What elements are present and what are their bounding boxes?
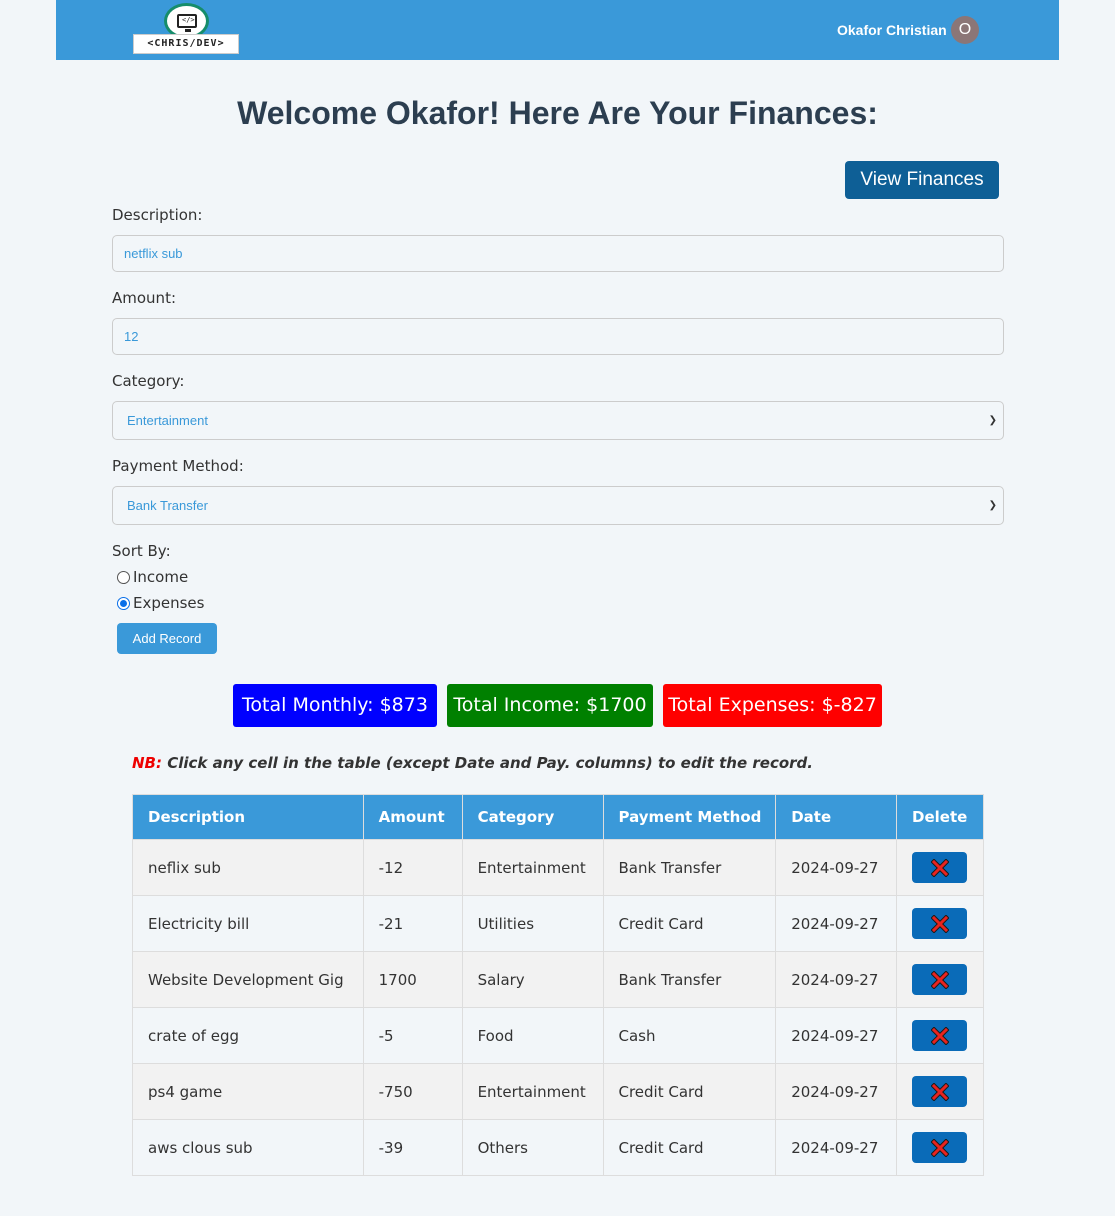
cell-delete [896, 1007, 984, 1064]
income-radio[interactable] [117, 570, 130, 584]
cell-amount[interactable]: -750 [362, 1063, 463, 1120]
amount-label: Amount: [112, 289, 176, 307]
category-selected-value: Entertainment [127, 413, 208, 428]
header-description: Description [132, 794, 364, 840]
cell-amount[interactable]: 1700 [362, 951, 463, 1008]
finances-table: Description Amount Category Payment Meth… [132, 794, 984, 1176]
cell-description[interactable]: neflix sub [132, 839, 364, 896]
delete-button[interactable] [912, 1020, 968, 1051]
expenses-radio-label: Expenses [133, 594, 205, 612]
cell-date: 2024-09-27 [775, 1119, 898, 1176]
header-delete: Delete [896, 794, 984, 840]
table-row: neflix sub -12 Entertainment Bank Transfer 2… [132, 839, 984, 896]
cell-delete [896, 1119, 984, 1176]
user-name[interactable]: Okafor Christian [837, 22, 947, 38]
cell-delete [896, 839, 984, 896]
red-x-icon [930, 1138, 949, 1157]
sort-income-option[interactable]: Income [117, 568, 188, 586]
category-select[interactable]: Entertainment ❯ [112, 401, 1004, 440]
table-row: crate of egg -5 Food Cash 2024-09-27 [132, 1007, 984, 1064]
cell-amount[interactable]: -5 [362, 1007, 463, 1064]
cell-category[interactable]: Utilities [461, 895, 604, 952]
navbar: </> <CHRIS/DEV> Okafor Christian O [56, 0, 1059, 60]
cell-amount[interactable]: -21 [362, 895, 463, 952]
total-monthly-badge: Total Monthly: $873 [233, 684, 437, 727]
total-expenses-badge: Total Expenses: $-827 [663, 684, 882, 727]
cell-description[interactable]: Electricity bill [132, 895, 364, 952]
add-record-button[interactable]: Add Record [117, 623, 217, 654]
note-tag: NB: [132, 754, 162, 772]
cell-amount[interactable]: -12 [362, 839, 463, 896]
cell-delete [896, 895, 984, 952]
cell-delete [896, 951, 984, 1008]
cell-date: 2024-09-27 [775, 1007, 898, 1064]
delete-button[interactable] [912, 1132, 968, 1163]
cell-amount[interactable]: -39 [362, 1119, 463, 1176]
header-category: Category [461, 794, 604, 840]
total-income-badge: Total Income: $1700 [447, 684, 653, 727]
income-radio-label: Income [133, 568, 189, 586]
description-label: Description: [112, 206, 203, 224]
header-payment-method: Payment Method [602, 794, 777, 840]
logo[interactable]: </> <CHRIS/DEV> [133, 3, 239, 54]
cell-category[interactable]: Food [461, 1007, 604, 1064]
cell-category[interactable]: Entertainment [461, 839, 604, 896]
delete-button[interactable] [912, 964, 968, 995]
note-text: Click any cell in the table (except Date… [167, 754, 813, 772]
cell-payment-method: Credit Card [602, 1063, 777, 1120]
red-x-icon [930, 1026, 949, 1045]
table-row: aws clous sub -39 Others Credit Card 2024-09… [132, 1119, 984, 1176]
edit-note: NB: Click any cell in the table (except … [132, 754, 813, 772]
red-x-icon [930, 1082, 949, 1101]
sort-expenses-option[interactable]: Expenses [117, 594, 204, 612]
sort-by-label: Sort By: [112, 542, 171, 560]
table-row: ps4 game -750 Entertainment Credit Card 2024… [132, 1063, 984, 1120]
expenses-radio[interactable] [117, 596, 130, 610]
table-row: Website Development Gig 1700 Salary Bank Tr… [132, 951, 984, 1008]
avatar[interactable]: O [951, 16, 979, 44]
cell-date: 2024-09-27 [775, 895, 898, 952]
cell-category[interactable]: Others [461, 1119, 604, 1176]
header-amount: Amount [362, 794, 463, 840]
logo-text: <CHRIS/DEV> [133, 34, 239, 54]
payment-method-selected-value: Bank Transfer [127, 498, 208, 513]
delete-button[interactable] [912, 908, 968, 939]
cell-category[interactable]: Entertainment [461, 1063, 604, 1120]
red-x-icon [930, 914, 949, 933]
chevron-down-icon: ❯ [988, 415, 997, 426]
cell-date: 2024-09-27 [775, 951, 898, 1008]
view-finances-button[interactable]: View Finances [845, 161, 999, 199]
cell-delete [896, 1063, 984, 1120]
amount-input[interactable]: 12 [112, 318, 1004, 355]
cell-description[interactable]: Website Development Gig [132, 951, 364, 1008]
payment-method-select[interactable]: Bank Transfer ❯ [112, 486, 1004, 525]
table-header-row: Description Amount Category Payment Meth… [132, 794, 984, 840]
category-label: Category: [112, 372, 185, 390]
cell-payment-method: Bank Transfer [602, 839, 777, 896]
cell-date: 2024-09-27 [775, 839, 898, 896]
header-date: Date [775, 794, 898, 840]
cell-description[interactable]: crate of egg [132, 1007, 364, 1064]
cell-payment-method: Cash [602, 1007, 777, 1064]
cell-category[interactable]: Salary [461, 951, 604, 1008]
payment-method-label: Payment Method: [112, 457, 244, 475]
delete-button[interactable] [912, 1076, 968, 1107]
red-x-icon [930, 858, 949, 877]
cell-date: 2024-09-27 [775, 1063, 898, 1120]
cell-payment-method: Credit Card [602, 1119, 777, 1176]
table-row: Electricity bill -21 Utilities Credit Card 2… [132, 895, 984, 952]
page-title: Welcome Okafor! Here Are Your Finances: [237, 95, 878, 131]
chevron-down-icon: ❯ [988, 500, 997, 511]
cell-description[interactable]: ps4 game [132, 1063, 364, 1120]
cell-payment-method: Bank Transfer [602, 951, 777, 1008]
red-x-icon [930, 970, 949, 989]
description-input[interactable]: netflix sub [112, 235, 1004, 272]
cell-description[interactable]: aws clous sub [132, 1119, 364, 1176]
cell-payment-method: Credit Card [602, 895, 777, 952]
delete-button[interactable] [912, 852, 968, 883]
